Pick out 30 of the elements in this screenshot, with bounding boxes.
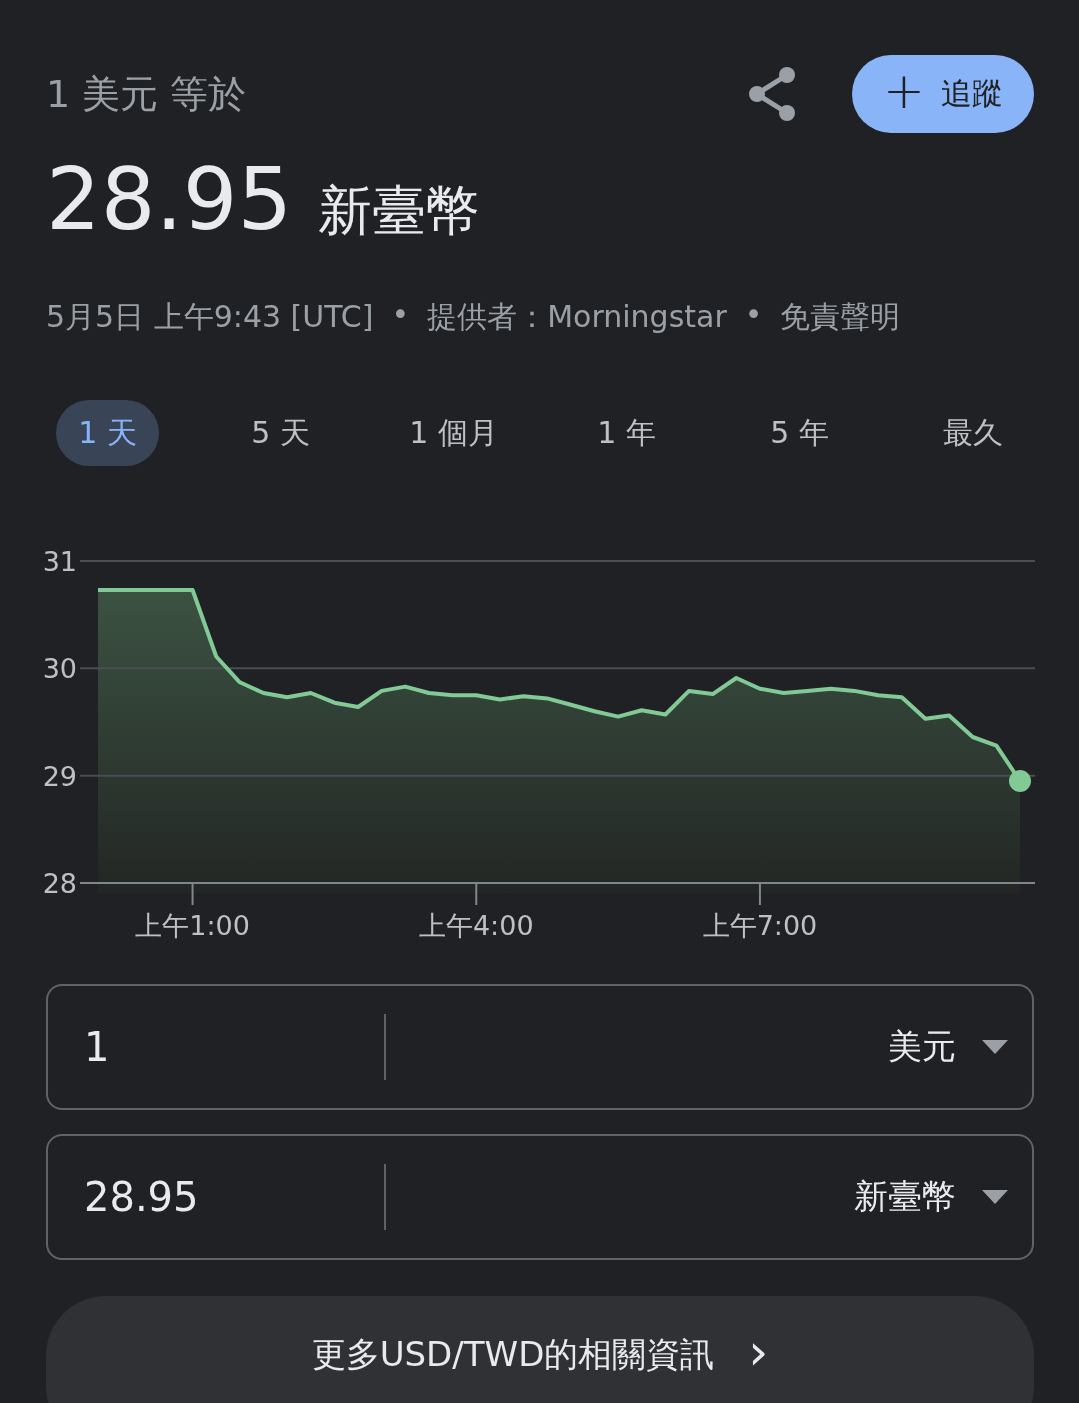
y-axis-label: 29: [42, 760, 77, 792]
x-axis-label: 上午4:00: [418, 910, 534, 941]
separator-dot: •: [391, 297, 410, 334]
rate-value: 28.95: [46, 149, 293, 249]
amount-field[interactable]: 28.95: [48, 1173, 384, 1221]
range-tab[interactable]: 1 年: [575, 400, 678, 466]
meta-text[interactable]: 免責聲明: [780, 297, 901, 338]
y-axis-label: 28: [42, 868, 77, 899]
caret-icon: [982, 1190, 1008, 1204]
range-tab[interactable]: 最久: [920, 400, 1025, 466]
amount-field[interactable]: 1: [48, 1023, 384, 1071]
range-tab[interactable]: 5 天: [229, 400, 332, 466]
currency-dropdown[interactable]: 新臺幣: [386, 1173, 1032, 1221]
range-tab[interactable]: 1 天: [56, 400, 159, 466]
y-axis-label: 31: [42, 546, 77, 577]
meta-text: 提供者：Morningstar: [427, 298, 727, 336]
rate-currency: 新臺幣: [318, 178, 481, 244]
caret-icon: [982, 1040, 1008, 1054]
currency-dropdown[interactable]: 美元: [386, 1023, 1032, 1071]
current-point: [1009, 770, 1031, 793]
x-axis-label: 上午1:00: [135, 910, 250, 941]
follow-button[interactable]: + 追蹤: [852, 55, 1034, 133]
x-axis-label: 上午7:00: [702, 910, 818, 941]
range-tab[interactable]: 5 年: [748, 400, 851, 466]
range-tab[interactable]: 1 個月: [387, 400, 520, 466]
more-info-button[interactable]: 更多USD/TWD的相關資訊 ›: [46, 1296, 1034, 1403]
y-axis-label: 30: [42, 653, 77, 685]
separator-dot: •: [744, 297, 763, 334]
conversion-title: 1 美元 等於: [46, 70, 248, 118]
meta-text: 5月5日 上午9:43 [UTC]: [46, 298, 374, 336]
